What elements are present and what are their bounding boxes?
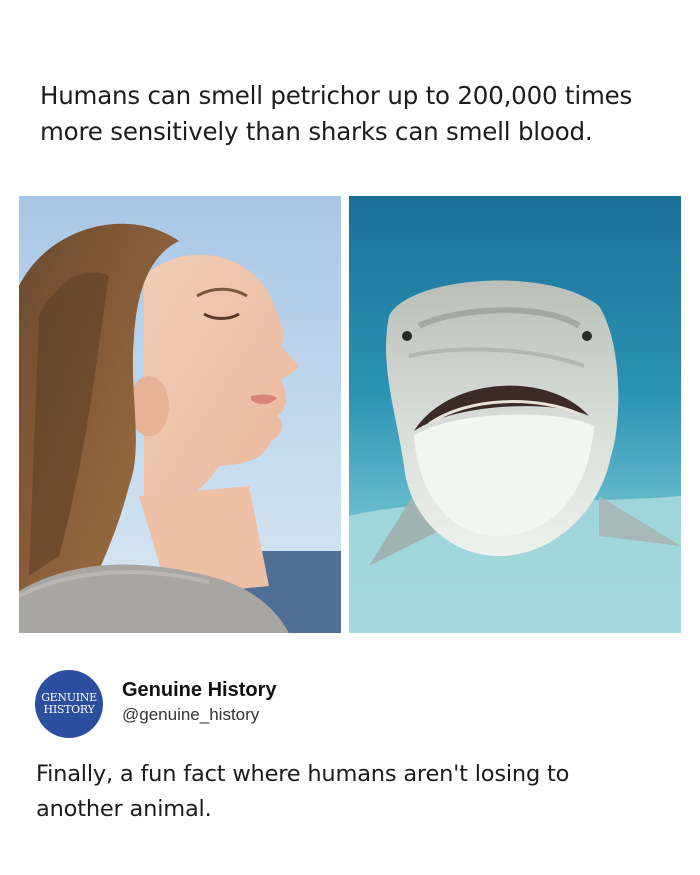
headline-line-1: Humans can smell petrichor up to 200,000… (40, 81, 633, 110)
author-avatar[interactable]: GENUINE HISTORY (35, 670, 103, 738)
headline: Humans can smell petrichor up to 200,000… (40, 78, 670, 150)
post-caption: Finally, a fun fact where humans aren't … (36, 757, 656, 827)
caption-line-2: another animal. (36, 796, 212, 822)
author-handle[interactable]: @genuine_history (122, 705, 259, 725)
avatar-text-line-2: HISTORY (43, 703, 95, 716)
headline-line-2: more sensitively than sharks can smell b… (40, 117, 593, 146)
caption-line-1: Finally, a fun fact where humans aren't … (36, 761, 570, 787)
tiger-shark-photo (349, 196, 681, 633)
author-name[interactable]: Genuine History (122, 679, 276, 702)
woman-smelling-air-photo (19, 196, 341, 633)
